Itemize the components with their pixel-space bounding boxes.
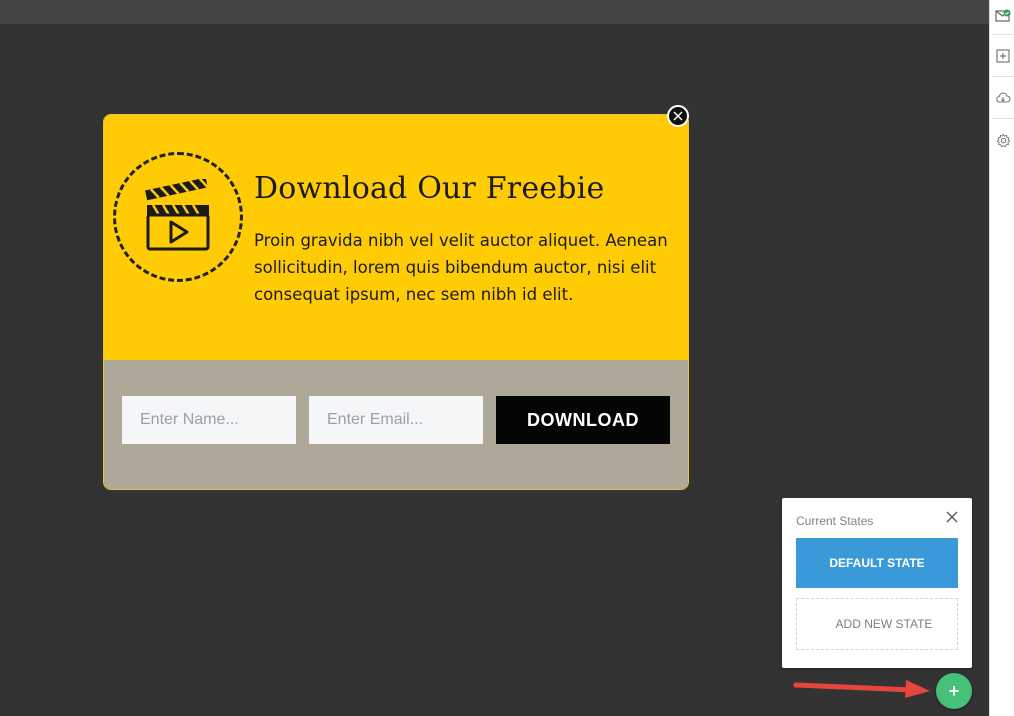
pointer-arrow-icon: [793, 680, 930, 698]
toolbar-divider: [992, 118, 1014, 119]
popup: Download Our Freebie Proin gravida nibh …: [103, 114, 689, 490]
states-panel: Current States DEFAULT STATE ADD NEW STA…: [782, 498, 972, 668]
add-state-fab-button[interactable]: +: [936, 673, 972, 709]
toolbar-divider: [992, 76, 1014, 77]
gear-icon[interactable]: [993, 130, 1013, 150]
popup-description: Proin gravida nibh vel velit auctor aliq…: [254, 231, 668, 304]
add-new-state-button[interactable]: ADD NEW STATE: [796, 598, 958, 650]
toolbar-divider: [992, 34, 1014, 35]
default-state-button[interactable]: DEFAULT STATE: [796, 538, 958, 588]
popup-title: Download Our Freebie: [254, 171, 605, 206]
clapperboard-icon: [145, 179, 210, 251]
close-icon: [673, 111, 683, 121]
clapperboard-badge: [113, 152, 243, 282]
add-box-icon[interactable]: [993, 46, 1013, 66]
email-input[interactable]: [309, 396, 483, 444]
states-panel-title: Current States: [796, 514, 874, 528]
plus-icon: +: [948, 681, 960, 701]
envelope-check-icon[interactable]: [993, 6, 1013, 26]
top-bar: [0, 0, 989, 24]
close-icon: [946, 511, 958, 523]
cloud-download-icon[interactable]: [993, 88, 1013, 108]
right-toolbar: [989, 0, 1014, 716]
states-panel-close-button[interactable]: [945, 510, 959, 524]
download-button[interactable]: DOWNLOAD: [496, 396, 670, 444]
popup-header: Download Our Freebie Proin gravida nibh …: [104, 115, 688, 360]
name-input[interactable]: [122, 396, 296, 444]
popup-close-button[interactable]: [667, 105, 689, 127]
